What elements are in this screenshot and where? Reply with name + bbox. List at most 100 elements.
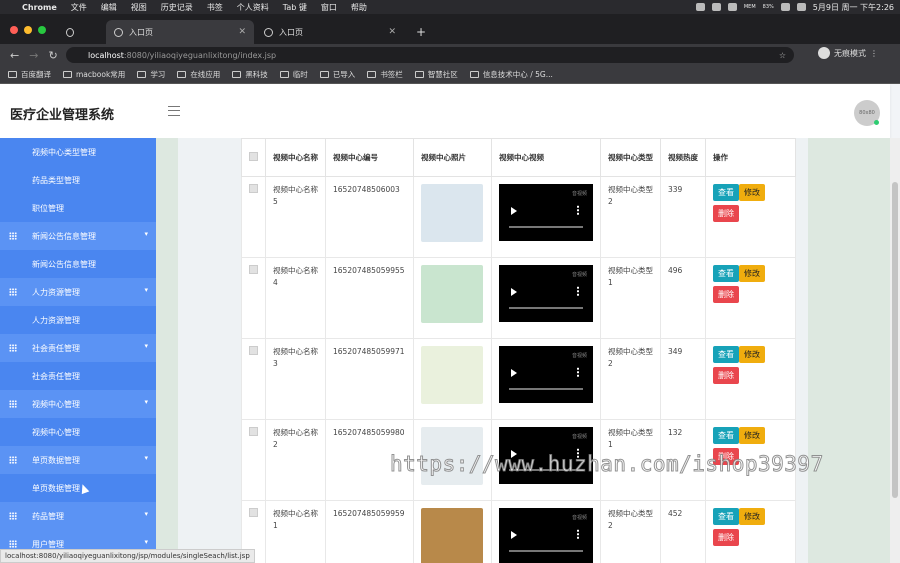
video-player[interactable]: 音视频: [499, 265, 593, 322]
view-button[interactable]: 查看: [713, 346, 739, 363]
menu-file[interactable]: 文件: [71, 2, 87, 13]
close-tab-icon[interactable]: ✕: [388, 27, 396, 37]
sidebar-group[interactable]: 人力资源管理 ▾: [0, 278, 156, 306]
sidebar-item[interactable]: 社会责任管理: [0, 362, 156, 390]
more-options-icon[interactable]: [577, 529, 579, 539]
play-icon[interactable]: [511, 369, 517, 377]
close-tab-icon[interactable]: ✕: [238, 27, 246, 37]
video-player[interactable]: 音视频: [499, 184, 593, 241]
sidebar-item[interactable]: 单页数据管理: [0, 474, 156, 502]
sidebar-item[interactable]: 视频中心管理: [0, 418, 156, 446]
menu-edit[interactable]: 编辑: [101, 2, 117, 13]
menu-view[interactable]: 视图: [131, 2, 147, 13]
status-icon[interactable]: [695, 3, 705, 11]
bookmark-item[interactable]: 在线应用: [177, 69, 220, 80]
edit-button[interactable]: 修改: [739, 508, 765, 525]
wifi-icon[interactable]: [780, 3, 790, 11]
maximize-window-icon[interactable]: [38, 26, 46, 34]
sidebar-item[interactable]: 视频中心类型管理: [0, 138, 156, 166]
sidebar-group[interactable]: 新闻公告信息管理 ▾: [0, 222, 156, 250]
tab-second[interactable]: 入口页 ✕: [256, 20, 404, 44]
sidebar-group[interactable]: 药品管理 ▾: [0, 502, 156, 530]
video-progress-bar[interactable]: [509, 307, 583, 309]
menu-history[interactable]: 历史记录: [161, 2, 193, 13]
select-all-checkbox[interactable]: [249, 152, 258, 161]
product-photo[interactable]: [421, 346, 483, 404]
view-button[interactable]: 查看: [713, 427, 739, 444]
menu-app[interactable]: Chrome: [22, 3, 57, 12]
bookmark-item[interactable]: macbook常用: [63, 69, 125, 80]
search-icon[interactable]: [796, 3, 806, 11]
tab-active[interactable]: 入口页 ✕: [106, 20, 254, 44]
view-button[interactable]: 查看: [713, 184, 739, 201]
sidebar-item[interactable]: 人力资源管理: [0, 306, 156, 334]
minimize-window-icon[interactable]: [24, 26, 32, 34]
sidebar-group[interactable]: 单页数据管理 ▾: [0, 446, 156, 474]
bookmark-star-icon[interactable]: ☆: [779, 51, 786, 60]
tab-blank[interactable]: [84, 20, 106, 44]
menu-profile[interactable]: 个人资料: [237, 2, 269, 13]
forward-icon[interactable]: →: [29, 49, 38, 62]
product-photo[interactable]: [421, 184, 483, 242]
menu-bookmarks[interactable]: 书签: [207, 2, 223, 13]
bookmark-item[interactable]: 黑科技: [232, 69, 268, 80]
sidebar-item[interactable]: 药品类型管理: [0, 166, 156, 194]
video-progress-bar[interactable]: [509, 388, 583, 390]
hamburger-menu-icon[interactable]: [168, 106, 180, 116]
video-progress-bar[interactable]: [509, 550, 583, 552]
new-tab-button[interactable]: +: [408, 20, 428, 44]
product-photo[interactable]: [421, 508, 483, 563]
edit-button[interactable]: 修改: [739, 427, 765, 444]
row-checkbox[interactable]: [249, 265, 258, 274]
close-window-icon[interactable]: [10, 26, 18, 34]
sidebar-group[interactable]: 视频中心管理 ▾: [0, 390, 156, 418]
menu-tab[interactable]: Tab 键: [283, 2, 307, 13]
url-field[interactable]: localhost:8080/yiliaoqiyeguanlixitong/in…: [66, 47, 794, 63]
product-photo[interactable]: [421, 265, 483, 323]
scrollbar-thumb[interactable]: [892, 182, 898, 498]
row-checkbox[interactable]: [249, 427, 258, 436]
sidebar-item[interactable]: 职位管理: [0, 194, 156, 222]
row-checkbox[interactable]: [249, 184, 258, 193]
more-options-icon[interactable]: [577, 367, 579, 377]
row-checkbox[interactable]: [249, 508, 258, 517]
bookmark-item[interactable]: 已导入: [319, 69, 355, 80]
view-button[interactable]: 查看: [713, 508, 739, 525]
bookmark-item[interactable]: 智慧社区: [414, 69, 458, 80]
edit-button[interactable]: 修改: [739, 346, 765, 363]
kebab-menu-icon[interactable]: ⋮: [870, 49, 878, 58]
video-player[interactable]: 音视频: [499, 508, 593, 563]
edit-button[interactable]: 修改: [739, 184, 765, 201]
bookmark-item[interactable]: 学习: [137, 69, 165, 80]
menu-window[interactable]: 窗口: [321, 2, 337, 13]
delete-button[interactable]: 删除: [713, 367, 739, 384]
back-icon[interactable]: ←: [10, 49, 19, 62]
sidebar-item[interactable]: 新闻公告信息管理: [0, 250, 156, 278]
status-icon[interactable]: [727, 3, 737, 11]
edit-button[interactable]: 修改: [739, 265, 765, 282]
play-icon[interactable]: [511, 531, 517, 539]
bookmark-item[interactable]: 信息技术中心 / 5G...: [469, 69, 553, 80]
delete-button[interactable]: 删除: [713, 205, 739, 222]
menu-help[interactable]: 帮助: [351, 2, 367, 13]
more-options-icon[interactable]: [577, 205, 579, 215]
play-icon[interactable]: [511, 207, 517, 215]
more-options-icon[interactable]: [577, 286, 579, 296]
clock[interactable]: 5月9日 周一 下午2:26: [813, 2, 894, 13]
view-button[interactable]: 查看: [713, 265, 739, 282]
cell-photo: [413, 500, 492, 563]
bookmark-item[interactable]: 书签栏: [367, 69, 403, 80]
tab-pinned[interactable]: [58, 20, 80, 44]
row-checkbox[interactable]: [249, 346, 258, 355]
video-progress-bar[interactable]: [509, 226, 583, 228]
delete-button[interactable]: 删除: [713, 529, 739, 546]
sidebar-group[interactable]: 社会责任管理 ▾: [0, 334, 156, 362]
status-icon[interactable]: [711, 3, 721, 11]
bookmark-item[interactable]: 百度翻译: [8, 69, 51, 80]
video-player[interactable]: 音视频: [499, 346, 593, 403]
incognito-indicator[interactable]: 无痕模式 ⋮: [818, 47, 878, 59]
delete-button[interactable]: 删除: [713, 286, 739, 303]
reload-icon[interactable]: ↻: [48, 49, 57, 62]
bookmark-item[interactable]: 临时: [279, 69, 308, 80]
play-icon[interactable]: [511, 288, 517, 296]
